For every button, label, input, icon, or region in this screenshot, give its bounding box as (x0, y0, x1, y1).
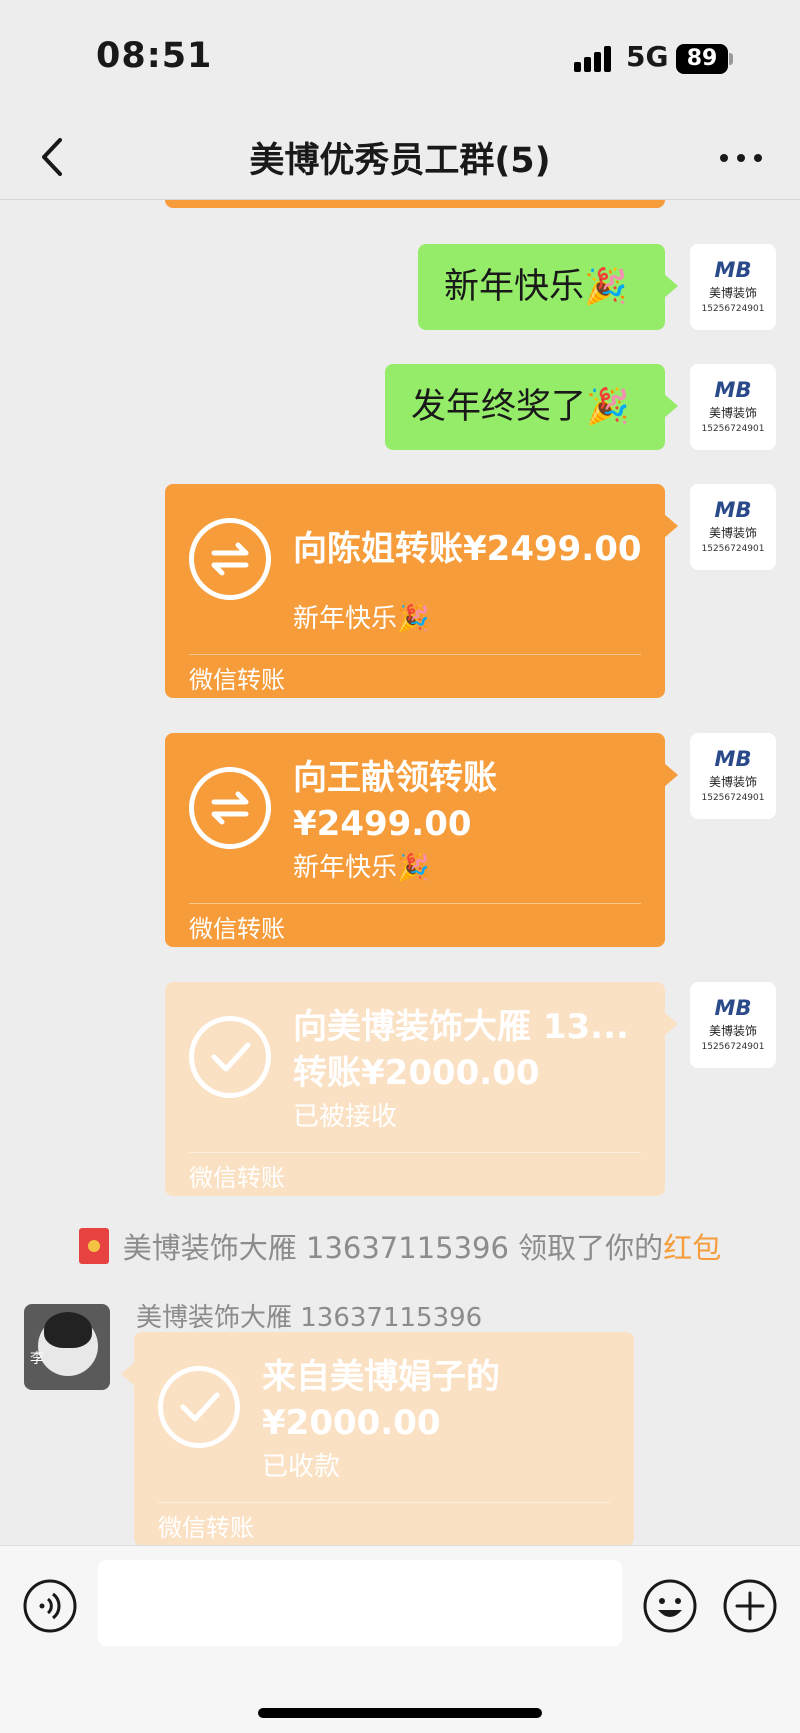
avatar-brand: 美博装饰 (708, 286, 757, 300)
transfer-footer: 微信转账 (189, 666, 285, 694)
avatar-phone: 15256724901 (701, 793, 765, 803)
transfer-footer: 微信转账 (158, 1514, 254, 1542)
transfer-title: 向美博装饰大雁 13... 转账¥2000.00 (293, 1004, 629, 1096)
status-time: 08:51 (96, 36, 213, 76)
avatar[interactable]: MB 美博装饰 15256724901 (690, 484, 776, 570)
avatar-phone: 15256724901 (701, 424, 765, 434)
transfer-card[interactable]: 来自美博娟子的 ¥2000.00 已收款 微信转账 (121, 1332, 634, 1545)
transfer-card[interactable]: 向王献领转账 ¥2499.00 新年快乐🎉 微信转账 (165, 733, 678, 947)
avatar-char: 李 (30, 1351, 44, 1367)
avatar[interactable]: MB 美博装饰 15256724901 (690, 364, 776, 450)
chat-title: 美博优秀员工群(5) (249, 141, 551, 181)
avatar[interactable]: MB 美博装饰 15256724901 (690, 244, 776, 330)
home-indicator (258, 1708, 542, 1718)
transfer-footer: 微信转账 (189, 1164, 285, 1192)
system-message: 美博装饰大雁 13637115396 领取了你的红包 (0, 1225, 800, 1267)
transfer-title-line1: 向美博装饰大雁 13... (293, 1007, 629, 1047)
nav-bar: 美博优秀员工群(5) (0, 118, 800, 200)
transfer-title-line1: 向王献领转账 (293, 758, 497, 798)
transfer-arrows-icon (189, 767, 271, 849)
status-bar: 08:51 5G 89 (0, 0, 800, 118)
previous-message-remnant (165, 200, 665, 208)
avatar[interactable]: MB 美博装饰 15256724901 (690, 982, 776, 1068)
transfer-note: 已被接收 (293, 1102, 398, 1132)
red-packet-icon (78, 1228, 109, 1264)
avatar-logo: MB (714, 747, 752, 771)
message-text: 发年终奖了🎉 (411, 387, 630, 427)
check-icon (158, 1366, 240, 1448)
avatar[interactable]: MB 美博装饰 15256724901 (690, 733, 776, 819)
avatar-brand: 美博装饰 (708, 775, 757, 789)
more-icon[interactable] (716, 138, 766, 178)
check-icon (189, 1016, 271, 1098)
red-packet-link[interactable]: 红包 (663, 1231, 721, 1265)
transfer-note: 新年快乐🎉 (293, 604, 430, 634)
avatar-brand: 美博装饰 (708, 526, 757, 540)
transfer-note: 新年快乐🎉 (293, 853, 430, 883)
message-input[interactable] (98, 1560, 622, 1646)
avatar-logo: MB (714, 258, 752, 282)
avatar-phone: 15256724901 (701, 544, 765, 554)
chat-area[interactable]: 新年快乐🎉 MB 美博装饰 15256724901 发年终奖了🎉 MB 美博装饰… (0, 200, 800, 1545)
signal-icon (574, 46, 614, 72)
avatar-logo: MB (714, 996, 752, 1020)
sender-name: 美博装饰大雁 13637115396 (136, 1303, 483, 1333)
transfer-amount: 转账¥2000.00 (293, 1053, 540, 1093)
divider (189, 1152, 641, 1153)
transfer-card[interactable]: 向美博装饰大雁 13... 转账¥2000.00 已被接收 微信转账 (165, 982, 678, 1196)
transfer-amount: ¥2000.00 (262, 1403, 441, 1443)
voice-icon[interactable] (22, 1578, 78, 1634)
battery-nub (729, 53, 733, 65)
transfer-title-line1: 来自美博娟子的 (262, 1357, 500, 1397)
plus-icon[interactable] (722, 1578, 778, 1634)
transfer-amount: ¥2499.00 (293, 804, 472, 844)
divider (158, 1502, 610, 1503)
transfer-title: 来自美博娟子的 ¥2000.00 (262, 1354, 500, 1446)
avatar[interactable]: 李 (24, 1304, 110, 1390)
avatar-hair (44, 1312, 92, 1348)
transfer-arrows-icon (189, 518, 271, 600)
message-bubble[interactable]: 新年快乐🎉 (418, 244, 678, 330)
transfer-card[interactable]: 向陈姐转账¥2499.00 新年快乐🎉 微信转账 (165, 484, 678, 698)
message-text: 新年快乐🎉 (444, 267, 628, 307)
message-bubble[interactable]: 发年终奖了🎉 (385, 364, 678, 450)
battery-icon: 89 (676, 44, 728, 74)
system-message-text: 美博装饰大雁 13637115396 领取了你的 (122, 1231, 664, 1265)
avatar-phone: 15256724901 (701, 304, 765, 314)
network-label: 5G (626, 40, 669, 73)
transfer-title: 向王献领转账 ¥2499.00 (293, 755, 497, 847)
avatar-brand: 美博装饰 (708, 1024, 757, 1038)
avatar-phone: 15256724901 (701, 1042, 765, 1052)
transfer-title: 向陈姐转账¥2499.00 (293, 529, 642, 569)
divider (189, 654, 641, 655)
emoji-icon[interactable] (642, 1578, 698, 1634)
divider (189, 903, 641, 904)
avatar-brand: 美博装饰 (708, 406, 757, 420)
avatar-logo: MB (714, 498, 752, 522)
avatar-logo: MB (714, 378, 752, 402)
transfer-note: 已收款 (262, 1452, 341, 1482)
transfer-footer: 微信转账 (189, 915, 285, 943)
input-bar (0, 1545, 800, 1733)
